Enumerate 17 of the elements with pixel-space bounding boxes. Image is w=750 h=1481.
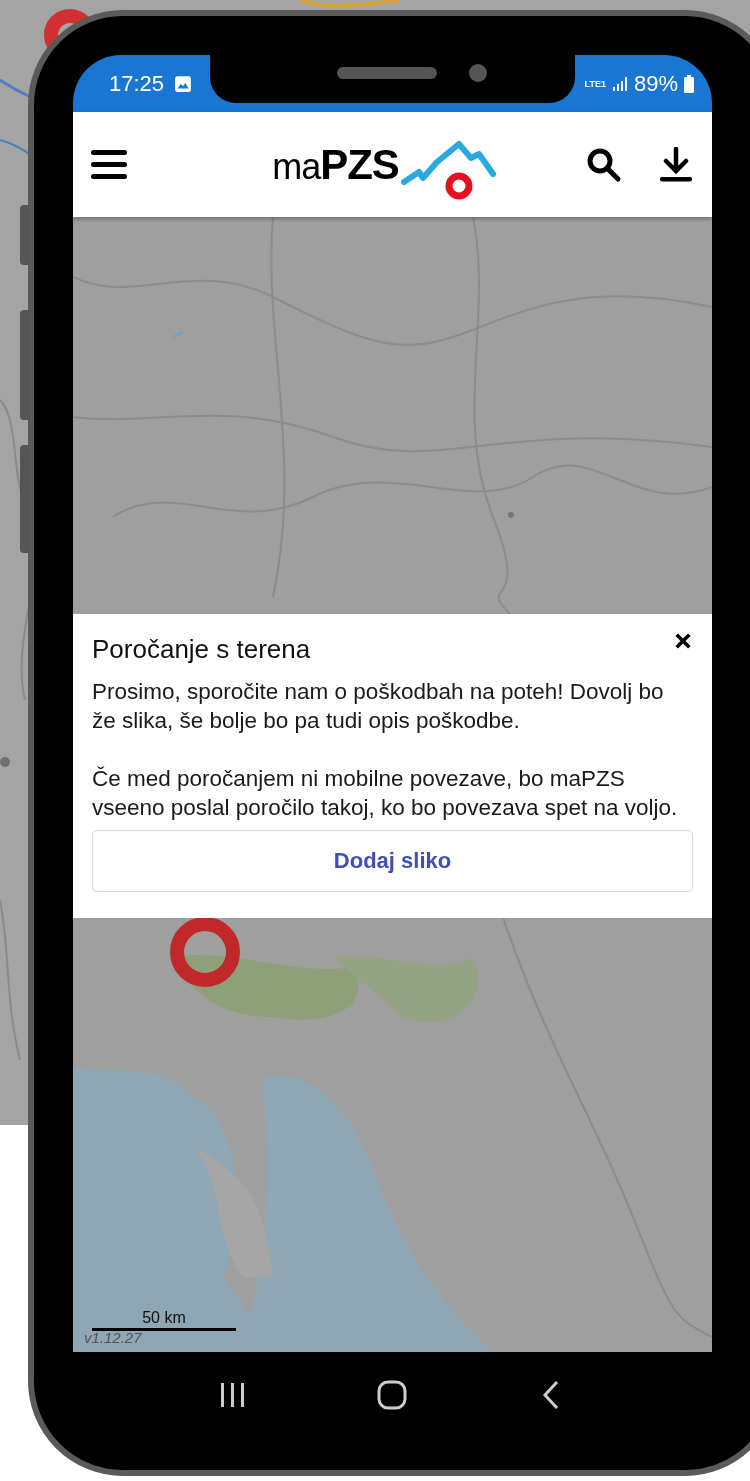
scale-label: 50 km xyxy=(142,1309,186,1327)
version-label: v1.12.27 xyxy=(84,1329,142,1346)
dialog-title: Poročanje s terena xyxy=(92,634,311,665)
status-time: 17:25 xyxy=(109,70,165,97)
network-label: LTE1 xyxy=(584,78,606,89)
app-logo-text: maPZS xyxy=(272,140,399,189)
signal-icon xyxy=(611,75,628,92)
dialog-text: Prosimo, sporočite nam o poškodbah na poteh! Dovolj bo že slika, še bolje bo pa tudi opis poškodbe. xyxy=(92,678,665,735)
add-photo-button[interactable]: Dodaj sliko xyxy=(92,830,693,892)
battery-icon xyxy=(684,74,694,93)
search-icon[interactable] xyxy=(586,146,622,183)
battery-level: 89% xyxy=(633,70,678,97)
download-icon[interactable] xyxy=(658,146,694,183)
home-icon[interactable] xyxy=(377,1380,408,1410)
image-icon xyxy=(174,74,193,93)
close-icon[interactable] xyxy=(674,632,692,650)
dialog-text: Če med poročanjem ni mobilne povezave, bo maPZS vseeno poslal poročilo takoj, ko bo povezava spet na voljo. xyxy=(92,765,679,822)
